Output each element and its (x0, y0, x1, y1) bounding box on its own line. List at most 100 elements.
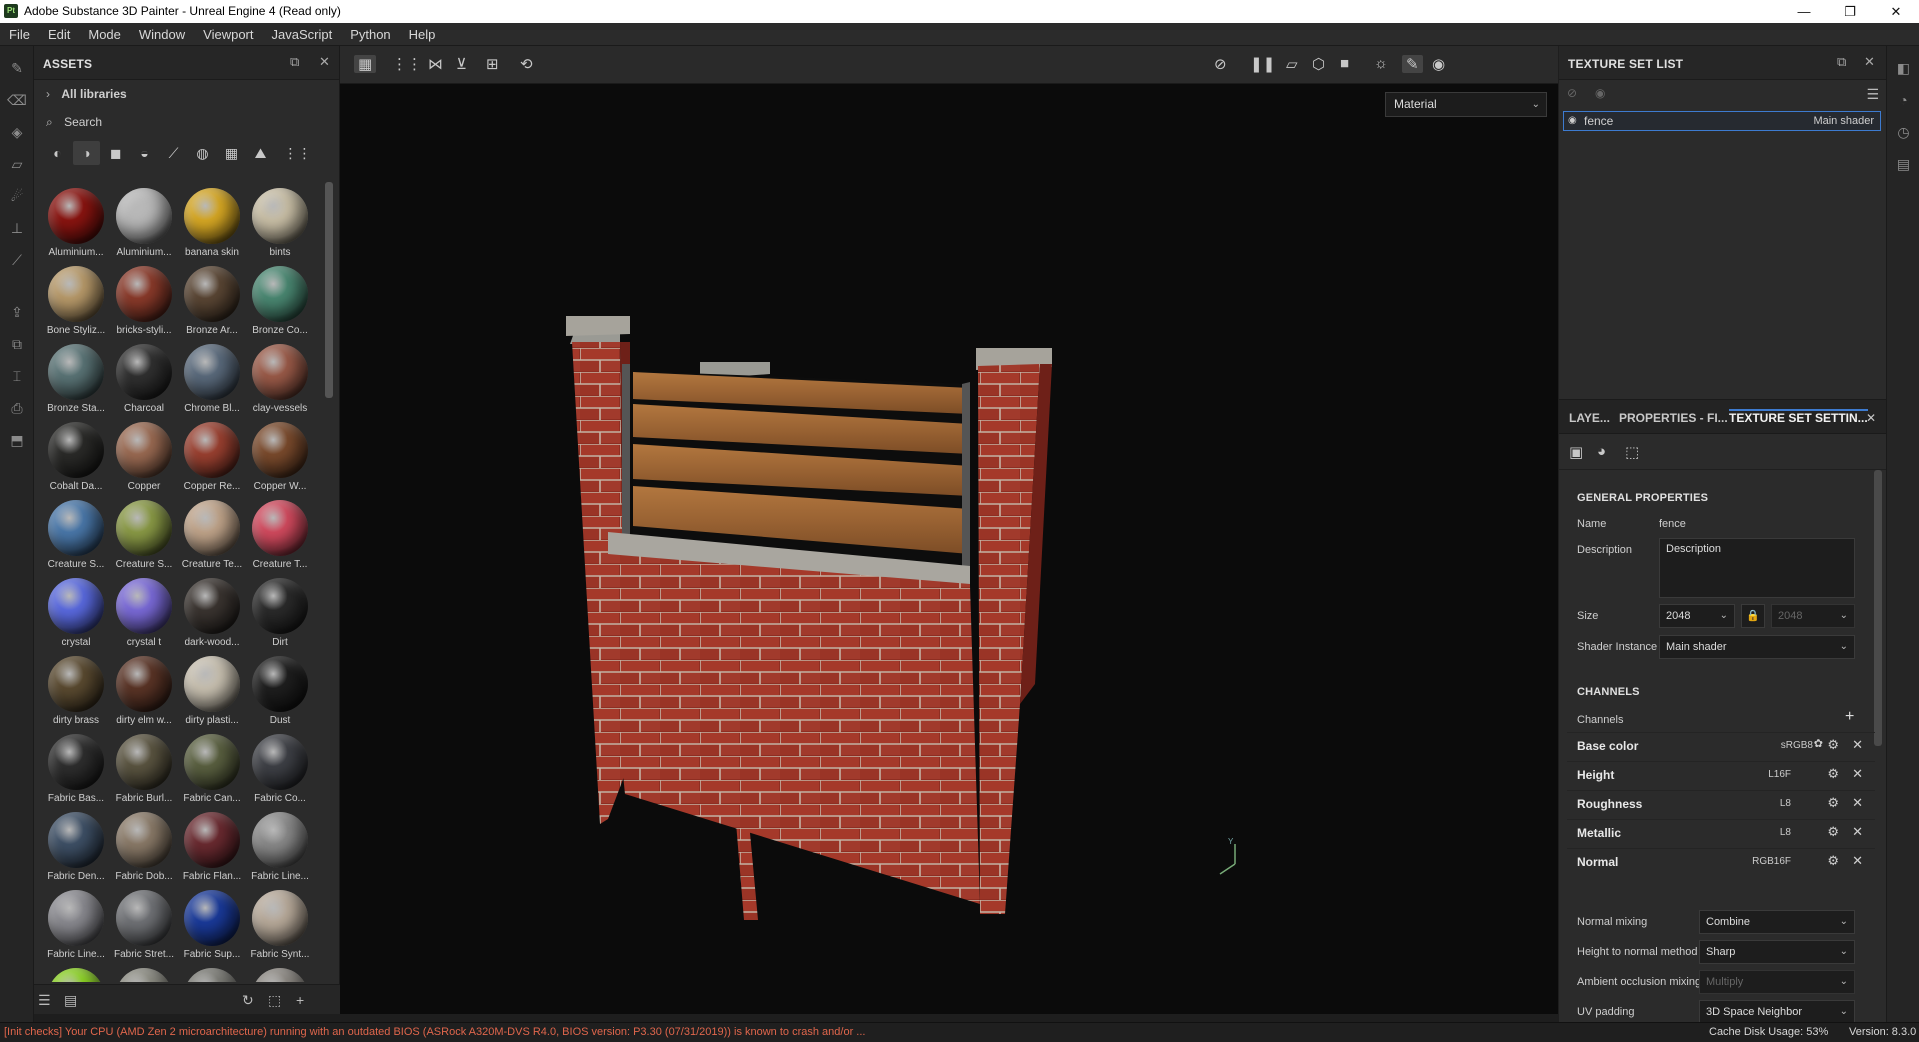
asset-thumbnail[interactable]: Creature Te... (178, 494, 246, 572)
asset-thumbnail[interactable] (178, 962, 246, 982)
export-icon[interactable]: ⎙ (0, 392, 34, 424)
asset-thumbnail[interactable]: Creature T... (246, 494, 314, 572)
smudge-icon[interactable]: ☄ (0, 180, 34, 212)
gear-icon[interactable]: ⚙ (1827, 853, 1839, 869)
asset-thumbnail[interactable]: Copper W... (246, 416, 314, 494)
close-tab-icon[interactable]: ✕ (1866, 411, 1876, 425)
search-input[interactable]: Search (64, 115, 102, 129)
view-3d-icon[interactable]: ⬡ (1312, 55, 1325, 73)
assets-scrollbar[interactable] (325, 182, 333, 398)
display-settings-icon[interactable]: ◔ (1887, 84, 1919, 116)
fence-model[interactable]: Y (340, 84, 1558, 1014)
asset-thumbnail[interactable] (110, 962, 178, 982)
color-profile-icon[interactable]: ✿ (1814, 737, 1823, 750)
add-icon[interactable]: + (296, 992, 304, 1008)
clone-stamp-icon[interactable]: ⊥ (0, 212, 34, 244)
asset-thumbnail[interactable] (42, 962, 110, 982)
projection-icon[interactable]: ◈ (0, 116, 34, 148)
asset-thumbnail[interactable]: Bronze Co... (246, 260, 314, 338)
screenshot-icon[interactable]: ◉ (1432, 55, 1445, 73)
texture-set-list-icon[interactable]: ◧ (1887, 52, 1919, 84)
asset-thumbnail[interactable]: Aluminium... (110, 182, 178, 260)
display-settings-icon[interactable]: ☼ (1374, 55, 1388, 72)
normal-mixing-select[interactable]: Combine ⌄ (1699, 910, 1855, 934)
viewport[interactable]: ▦ ⋮⋮ ⋈ ⊻ ⊞ ⟲ ⊘ ❚❚ ▱ ⬡ ■ ☼ ✎ ◉ Y (340, 46, 1558, 1014)
asset-thumbnail[interactable] (246, 962, 314, 982)
remove-channel-icon[interactable]: ✕ (1852, 824, 1863, 840)
menu-edit[interactable]: Edit (39, 23, 79, 46)
asset-thumbnail[interactable]: Charcoal (110, 338, 178, 416)
visibility-icon[interactable]: ◉ (1568, 112, 1577, 130)
paint-mode-icon[interactable]: ✎ (1402, 55, 1423, 73)
remove-channel-icon[interactable]: ✕ (1852, 737, 1863, 753)
asset-thumbnail[interactable]: Cobalt Da... (42, 416, 110, 494)
menu-viewport[interactable]: Viewport (194, 23, 262, 46)
channel-row[interactable]: Normal RGB16F ⚙ ✕ (1567, 848, 1875, 874)
bake-icon[interactable]: ⇪ (0, 296, 34, 328)
filter-environments-icon[interactable]: ⛰ (247, 141, 274, 165)
paint-brush-icon[interactable]: ✎ (0, 52, 34, 84)
asset-thumbnail[interactable]: Dirt (246, 572, 314, 650)
asset-thumbnail[interactable]: Fabric Flan... (178, 806, 246, 884)
asset-thumbnail[interactable]: dirty brass (42, 650, 110, 728)
name-value[interactable]: fence (1659, 518, 1686, 530)
grid-snap-icon[interactable]: ▦ (354, 55, 377, 73)
hide-icon[interactable]: ⊘ (1567, 86, 1577, 100)
tab-properties[interactable]: PROPERTIES - FI... (1619, 411, 1728, 425)
refresh-icon[interactable]: ↻ (242, 992, 254, 1009)
asset-thumbnail[interactable]: Copper Re... (178, 416, 246, 494)
channel-row[interactable]: Height L16F ⚙ ✕ (1567, 761, 1875, 787)
history-icon[interactable]: ⟲ (520, 55, 533, 73)
asset-thumbnail[interactable]: dirty elm w... (110, 650, 178, 728)
channel-row[interactable]: Roughness L8 ⚙ ✕ (1567, 790, 1875, 816)
close-window-button[interactable]: ✕ (1873, 0, 1919, 23)
asset-thumbnail[interactable]: Fabric Can... (178, 728, 246, 806)
asset-thumbnail[interactable]: Dust (246, 650, 314, 728)
description-field[interactable]: Description (1659, 538, 1855, 598)
asset-thumbnail[interactable]: Fabric Line... (42, 884, 110, 962)
asset-thumbnail[interactable]: Fabric Dob... (110, 806, 178, 884)
polygon-fill-icon[interactable]: ▱ (0, 148, 34, 180)
texture-set-fence[interactable]: ◉ fence Main shader (1563, 111, 1881, 131)
filter-grunges-icon[interactable]: ▦ (218, 141, 245, 165)
asset-thumbnail[interactable]: Fabric Burl... (110, 728, 178, 806)
tree-view-icon[interactable]: ▤ (64, 992, 77, 1009)
bake-mesh-icon[interactable]: ◕ (1597, 443, 1606, 460)
filter-all-icon[interactable]: ◐ (44, 141, 71, 165)
filter-materials-icon[interactable]: ◑ (73, 141, 100, 165)
menu-javascript[interactable]: JavaScript (262, 23, 341, 46)
asset-thumbnail[interactable]: bricks-styli... (110, 260, 178, 338)
asset-thumbnail[interactable]: Creature S... (110, 494, 178, 572)
eraser-icon[interactable]: ⌫ (0, 84, 34, 116)
view-grid-icon[interactable]: ⋮⋮ (284, 141, 312, 165)
gear-icon[interactable]: ⚙ (1827, 737, 1839, 753)
uv-icon[interactable]: ⬚ (1625, 443, 1639, 461)
add-channel-icon[interactable]: + (1845, 708, 1854, 726)
asset-thumbnail[interactable]: Copper (110, 416, 178, 494)
measure-icon[interactable]: ⌶ (0, 360, 34, 392)
frame-icon[interactable]: ⊞ (486, 55, 499, 73)
asset-thumbnail[interactable]: Fabric Line... (246, 806, 314, 884)
undock-icon[interactable]: ⧉ (1837, 54, 1846, 70)
asset-thumbnail[interactable]: crystal t (110, 572, 178, 650)
asset-thumbnail[interactable]: Fabric Synt... (246, 884, 314, 962)
lock-icon[interactable]: 🔒 (1741, 604, 1765, 628)
camera-icon[interactable]: ■ (1340, 55, 1349, 72)
close-panel-icon[interactable]: ✕ (1864, 54, 1875, 70)
shader-instance-select[interactable]: Main shader ⌄ (1659, 635, 1855, 659)
height-normal-select[interactable]: Sharp ⌄ (1699, 940, 1855, 964)
channel-row[interactable]: Metallic L8 ⚙ ✕ (1567, 819, 1875, 845)
asset-thumbnail[interactable]: bints (246, 182, 314, 260)
restore-button[interactable]: ❐ (1827, 0, 1873, 23)
menu-mode[interactable]: Mode (79, 23, 130, 46)
gear-icon[interactable]: ⚙ (1827, 824, 1839, 840)
eye-icon[interactable]: ◉ (1595, 86, 1605, 100)
mirror-icon[interactable]: ⊻ (456, 55, 467, 73)
menu-help[interactable]: Help (400, 23, 445, 46)
status-error-message[interactable]: [Init checks] Your CPU (AMD Zen 2 microa… (4, 1026, 865, 1038)
remove-channel-icon[interactable]: ✕ (1852, 795, 1863, 811)
log-icon[interactable]: ▤ (1887, 148, 1919, 180)
asset-thumbnail[interactable]: banana skin (178, 182, 246, 260)
asset-thumbnail[interactable]: Fabric Stret... (110, 884, 178, 962)
menu-python[interactable]: Python (341, 23, 399, 46)
